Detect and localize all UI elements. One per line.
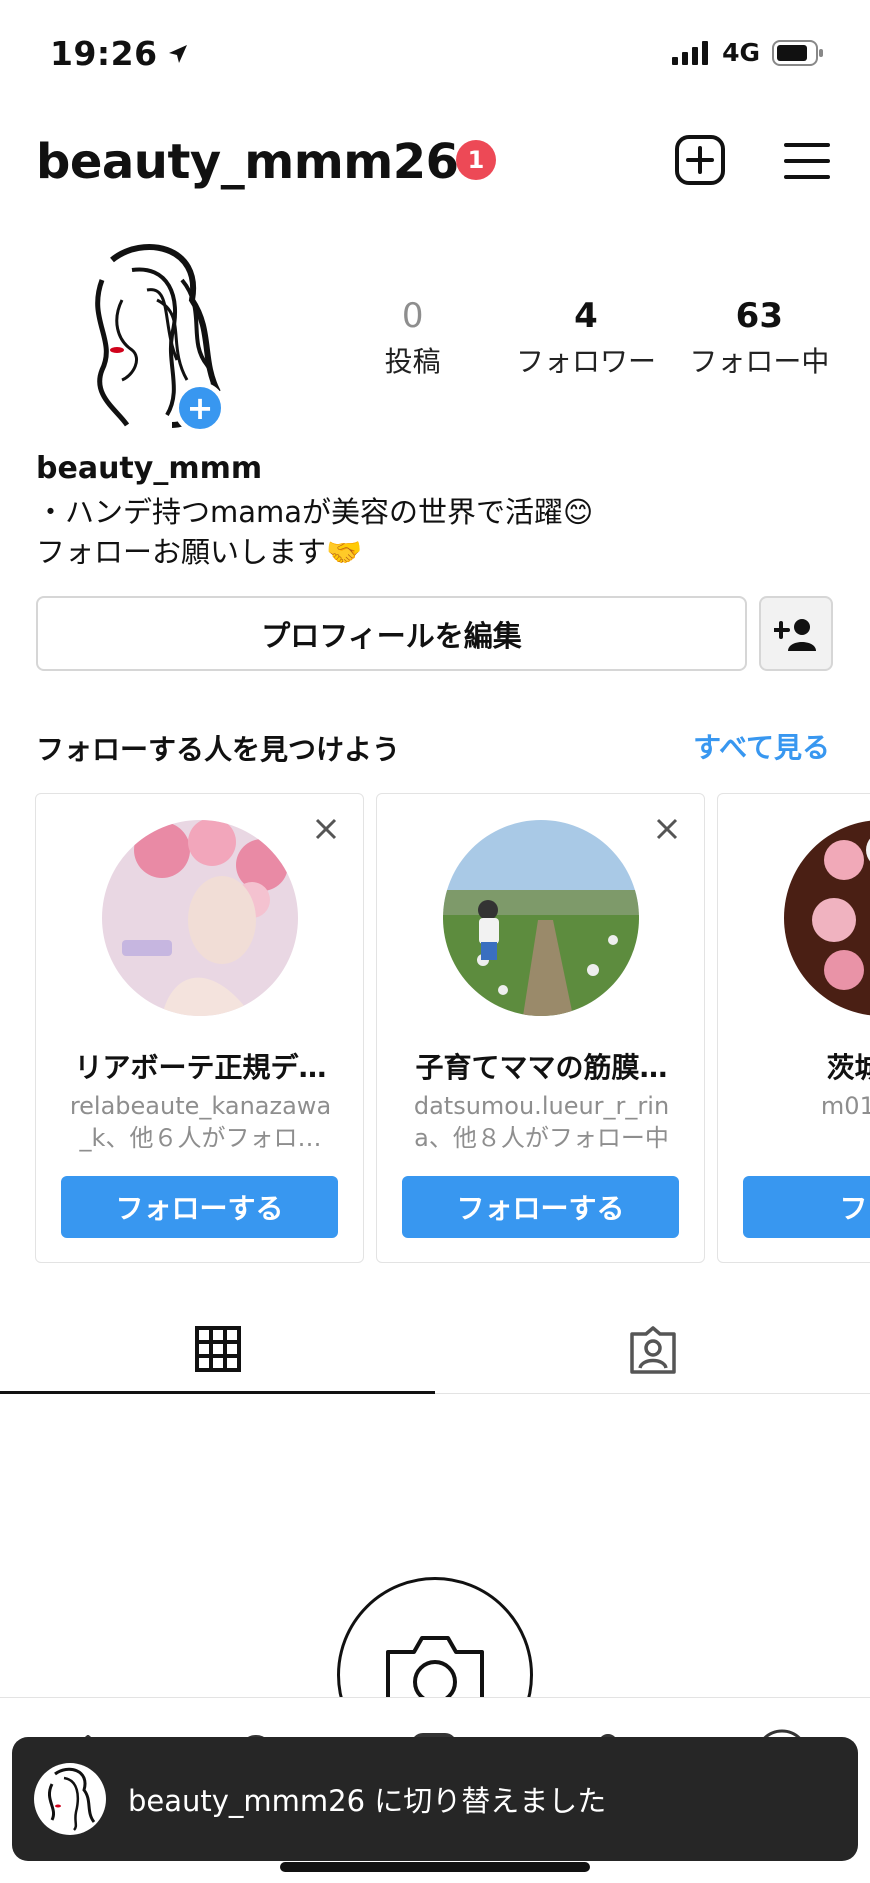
suggestion-avatar[interactable] bbox=[443, 820, 639, 1016]
bio-line: ・ハンデ持つmamaが美容の世界で活躍😊 bbox=[36, 495, 594, 529]
menu-button[interactable] bbox=[784, 142, 830, 180]
display-name: beauty_mmm bbox=[36, 451, 263, 486]
add-story-plus-icon[interactable]: + bbox=[174, 382, 226, 434]
account-switched-toast: beauty_mmm26 に切り替えました bbox=[12, 1737, 858, 1861]
suggestion-mutuals: m01o11、 ロ bbox=[742, 1090, 870, 1154]
posts-value: 0 bbox=[401, 296, 424, 336]
following-count[interactable]: 63 フォロー中 bbox=[673, 296, 846, 380]
follow-button[interactable]: フォロ bbox=[743, 1176, 870, 1238]
avatar-image bbox=[784, 820, 870, 1016]
add-person-icon bbox=[774, 618, 816, 651]
toast-avatar bbox=[34, 1763, 106, 1835]
suggestion-name: 茨城県水 bbox=[826, 1051, 870, 1084]
following-value: 63 bbox=[735, 296, 783, 336]
mutuals-line: ロ bbox=[742, 1122, 870, 1154]
status-time: 19:26 bbox=[50, 34, 190, 73]
tagged-icon bbox=[629, 1326, 676, 1374]
follow-button[interactable]: フォローする bbox=[61, 1176, 338, 1238]
create-post-icon bbox=[675, 135, 725, 185]
tab-posts-grid[interactable] bbox=[0, 1306, 435, 1394]
suggestion-mutuals: relabeaute_kanazawa _k、他６人がフォロ… bbox=[60, 1090, 341, 1154]
notification-badge[interactable]: 1 bbox=[456, 140, 496, 180]
profile-stats: 0 投稿 4 フォロワー 63 フォロー中 bbox=[326, 296, 846, 380]
mutuals-line: a、他８人がフォロー中 bbox=[414, 1124, 669, 1152]
suggestion-card[interactable]: 子育てママの筋膜… datsumou.lueur_r_rin a、他８人がフォロ… bbox=[376, 793, 705, 1263]
mutuals-line: _k、他６人がフォロ… bbox=[79, 1124, 322, 1152]
bio: ・ハンデ持つmamaが美容の世界で活躍😊 フォローお願いします🤝 bbox=[36, 492, 593, 572]
clock-text: 19:26 bbox=[50, 34, 158, 73]
dismiss-button[interactable] bbox=[311, 814, 341, 844]
create-post-button[interactable] bbox=[674, 134, 726, 186]
mutuals-line: relabeaute_kanazawa bbox=[69, 1092, 332, 1120]
edit-profile-button[interactable]: プロフィールを編集 bbox=[36, 596, 747, 671]
avatar-image bbox=[443, 820, 639, 1016]
suggestion-avatar[interactable] bbox=[102, 820, 298, 1016]
suggestion-name: 子育てママの筋膜… bbox=[415, 1051, 668, 1084]
location-arrow-icon bbox=[168, 44, 187, 63]
dismiss-button[interactable] bbox=[652, 814, 682, 844]
following-label: フォロー中 bbox=[689, 345, 830, 378]
posts-label: 投稿 bbox=[384, 345, 441, 378]
suggestions-title: フォローする人を見つけよう bbox=[36, 733, 401, 766]
suggestion-avatar[interactable] bbox=[784, 820, 870, 1016]
mutuals-line: m01o11、 bbox=[820, 1092, 870, 1120]
battery-icon bbox=[772, 39, 823, 66]
status-right: 4G bbox=[672, 38, 824, 67]
posts-count: 0 投稿 bbox=[326, 296, 499, 380]
grid-icon bbox=[194, 1325, 241, 1372]
follow-button[interactable]: フォローする bbox=[402, 1176, 679, 1238]
mutuals-line: datsumou.lueur_r_rin bbox=[413, 1092, 670, 1120]
status-bar: 19:26 4G bbox=[0, 0, 870, 110]
suggestion-name: リアボーテ正規デ… bbox=[74, 1051, 327, 1084]
followers-label: フォロワー bbox=[515, 345, 656, 378]
see-all-link[interactable]: すべて見る bbox=[693, 726, 830, 766]
suggestion-mutuals: datsumou.lueur_r_rin a、他８人がフォロー中 bbox=[401, 1090, 682, 1154]
tab-tagged[interactable] bbox=[435, 1306, 870, 1394]
toast-message: beauty_mmm26 に切り替えました bbox=[128, 1784, 607, 1818]
followers-value: 4 bbox=[574, 296, 598, 336]
close-icon bbox=[315, 818, 337, 840]
avatar-image bbox=[102, 820, 298, 1016]
bio-line: フォローお願いします🤝 bbox=[36, 535, 363, 569]
discover-people-button[interactable] bbox=[759, 596, 833, 671]
close-icon bbox=[656, 818, 678, 840]
suggestions-carousel[interactable]: リアボーテ正規デ… relabeaute_kanazawa _k、他６人がフォロ… bbox=[0, 793, 870, 1265]
network-type: 4G bbox=[722, 38, 760, 67]
account-switcher-username[interactable]: beauty_mmm26 bbox=[36, 134, 459, 190]
followers-count[interactable]: 4 フォロワー bbox=[499, 296, 672, 380]
profile-tabs bbox=[0, 1306, 870, 1394]
avatar-illustration bbox=[47, 1767, 96, 1831]
profile-header: beauty_mmm26 1 bbox=[0, 120, 870, 202]
menu-icon bbox=[784, 143, 830, 179]
signal-icon bbox=[672, 40, 709, 65]
home-indicator[interactable] bbox=[280, 1862, 590, 1872]
suggestion-card[interactable]: 茨城県水 m01o11、 ロ フォロ bbox=[717, 793, 870, 1263]
suggestion-card[interactable]: リアボーテ正規デ… relabeaute_kanazawa _k、他６人がフォロ… bbox=[35, 793, 364, 1263]
